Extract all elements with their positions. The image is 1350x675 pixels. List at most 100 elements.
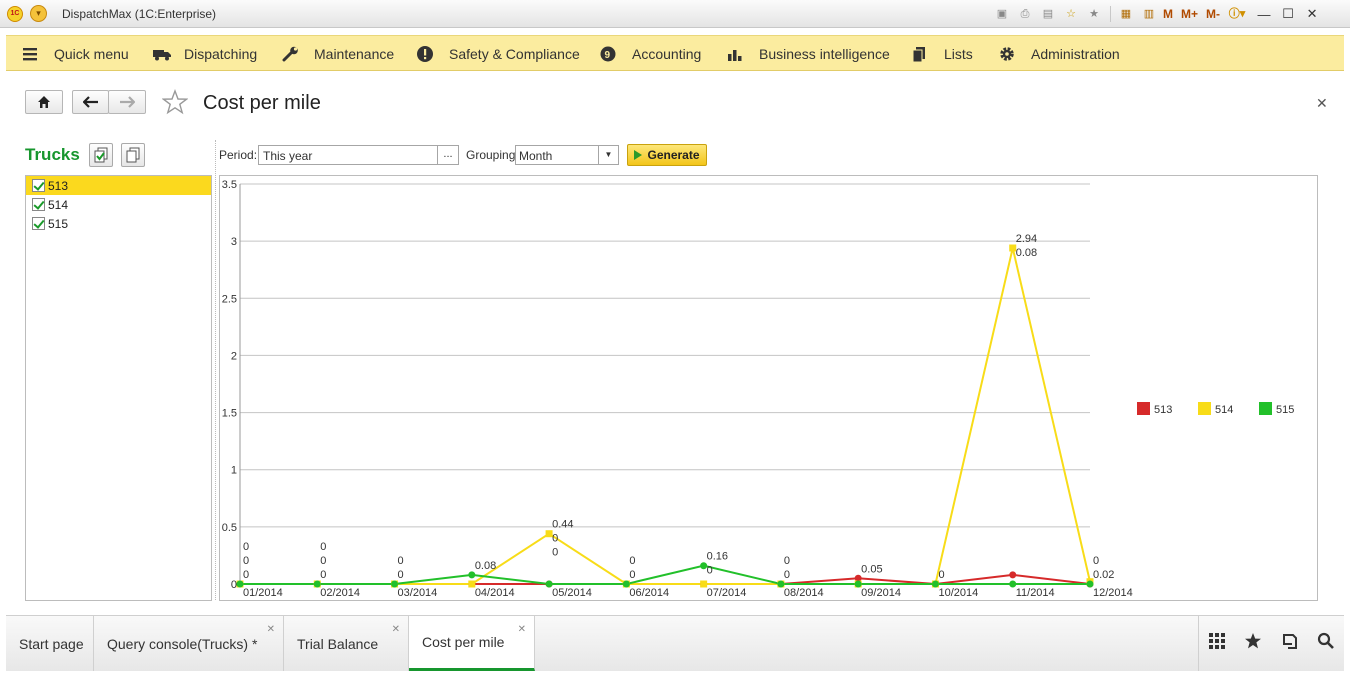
list-item[interactable]: 514 (26, 195, 211, 214)
memory-m-button[interactable]: M (1163, 5, 1173, 23)
print-icon[interactable]: ⎙ (1016, 5, 1034, 23)
check-all-button[interactable] (89, 143, 113, 167)
tab-label: Trial Balance (297, 635, 379, 652)
truck-checkbox[interactable] (32, 198, 45, 211)
truck-checkbox[interactable] (32, 217, 45, 230)
data-point (854, 580, 862, 588)
history-icon[interactable] (1281, 632, 1299, 655)
close-tab-icon[interactable]: ✕ (392, 624, 400, 635)
truck-checkbox[interactable] (32, 179, 45, 192)
data-point (622, 580, 630, 588)
svg-text:9: 9 (605, 50, 611, 61)
tab-label: Start page (19, 635, 84, 652)
close-tab-icon[interactable]: ✕ (518, 624, 526, 635)
grouping-dropdown-button[interactable]: ▼ (598, 145, 619, 165)
grouping-label: Grouping: (466, 148, 519, 162)
tab-trial-balance[interactable]: Trial Balance ✕ (284, 616, 409, 671)
close-form-icon[interactable]: ✕ (1316, 95, 1328, 112)
x-tick-label: 03/2014 (398, 587, 438, 599)
calendar-icon[interactable]: ▥ (1140, 5, 1158, 23)
play-icon (634, 150, 643, 160)
main-menu-icon[interactable]: ▾ (30, 5, 47, 22)
grouping-select[interactable]: Month (515, 145, 599, 165)
data-point (313, 580, 321, 588)
data-label: 0 (320, 541, 326, 553)
list-item[interactable]: 515 (26, 214, 211, 233)
bar-chart-icon (727, 46, 747, 62)
x-tick-label: 10/2014 (938, 587, 978, 599)
preview-icon[interactable]: ▤ (1039, 5, 1057, 23)
panel-splitter[interactable] (215, 140, 216, 600)
home-button[interactable] (25, 90, 63, 114)
menu-quick-menu[interactable]: Quick menu (22, 36, 129, 71)
star-icon[interactable] (1244, 632, 1262, 655)
forward-button[interactable] (108, 90, 146, 114)
menu-lists[interactable]: Lists (912, 36, 973, 71)
tab-query-console[interactable]: Query console(Trucks) * ✕ (94, 616, 284, 671)
y-tick-label: 2 (231, 350, 237, 362)
chart-area: 0 0.5 1 1.5 2 2.5 3 3.5 01/2014 02/2014 03/2014 04/… (219, 175, 1318, 601)
data-label: 0 (398, 569, 404, 581)
data-point (1009, 580, 1017, 588)
legend-label: 514 (1215, 404, 1233, 416)
back-button[interactable] (72, 90, 109, 114)
list-item[interactable]: 513 (26, 176, 211, 195)
tab-cost-per-mile[interactable]: Cost per mile ✕ (409, 616, 535, 671)
section-menu-bar: Quick menu Dispatching Maintenance Safet… (6, 35, 1344, 71)
tab-start-page[interactable]: Start page (6, 616, 94, 671)
menu-label: Administration (1031, 45, 1120, 62)
generate-label: Generate (647, 148, 700, 162)
data-point (1009, 571, 1017, 579)
data-label: 0 (938, 569, 944, 581)
menu-accounting[interactable]: 9 Accounting (600, 36, 701, 71)
x-tick-label: 04/2014 (475, 587, 515, 599)
close-window-icon[interactable]: ✕ (1301, 6, 1323, 22)
data-label: 0 (707, 565, 713, 577)
search-icon[interactable] (1317, 632, 1335, 655)
bottom-toolbar (1198, 616, 1344, 671)
data-label: 0 (629, 555, 635, 567)
y-tick-label: 3 (231, 236, 237, 248)
data-label: 0 (320, 555, 326, 567)
chevron-down-icon: ▼ (604, 150, 613, 159)
title-bar: 1C ▾ DispatchMax (1C:Enterprise) ▣ ⎙ ▤ ☆… (0, 0, 1350, 28)
add-favorite-icon[interactable]: ☆ (1062, 5, 1080, 23)
legend-label: 515 (1276, 404, 1294, 416)
favorite-star-icon[interactable] (161, 89, 189, 118)
data-label: 0 (243, 569, 249, 581)
x-tick-label: 08/2014 (784, 587, 824, 599)
menu-label: Business intelligence (759, 45, 890, 62)
data-point (468, 571, 476, 579)
favorites-icon[interactable]: ★ (1085, 5, 1103, 23)
minimize-icon[interactable]: — (1253, 7, 1275, 22)
menu-business-intelligence[interactable]: Business intelligence (727, 36, 890, 71)
check-all-icon (90, 147, 112, 169)
grid-icon[interactable] (1208, 632, 1226, 655)
save-icon[interactable]: ▣ (993, 5, 1011, 23)
close-tab-icon[interactable]: ✕ (267, 624, 275, 635)
uncheck-all-icon (122, 147, 144, 169)
hamburger-icon (22, 46, 42, 62)
data-point (236, 580, 244, 588)
x-tick-label: 01/2014 (243, 587, 283, 599)
memory-plus-button[interactable]: M+ (1181, 5, 1198, 23)
info-icon[interactable]: ⓘ▾ (1228, 5, 1246, 23)
menu-administration[interactable]: Administration (999, 36, 1120, 71)
menu-dispatching[interactable]: Dispatching (152, 36, 257, 71)
menu-label: Quick menu (54, 45, 129, 62)
calculator-icon[interactable]: ▦ (1117, 5, 1135, 23)
data-label: 0 (243, 541, 249, 553)
menu-maintenance[interactable]: Maintenance (282, 36, 394, 71)
generate-button[interactable]: Generate (627, 144, 707, 166)
menu-safety-compliance[interactable]: Safety & Compliance (417, 36, 580, 71)
x-tick-label: 11/2014 (1016, 587, 1055, 599)
menu-label: Safety & Compliance (449, 45, 580, 62)
memory-minus-button[interactable]: M- (1206, 5, 1220, 23)
period-select-button[interactable]: ... (438, 145, 459, 165)
data-label: 0 (552, 533, 558, 545)
legend-swatch (1137, 402, 1150, 415)
y-tick-label: 1 (231, 465, 237, 477)
uncheck-all-button[interactable] (121, 143, 145, 167)
period-field[interactable]: This year (258, 145, 438, 165)
maximize-icon[interactable]: ☐ (1277, 6, 1299, 22)
